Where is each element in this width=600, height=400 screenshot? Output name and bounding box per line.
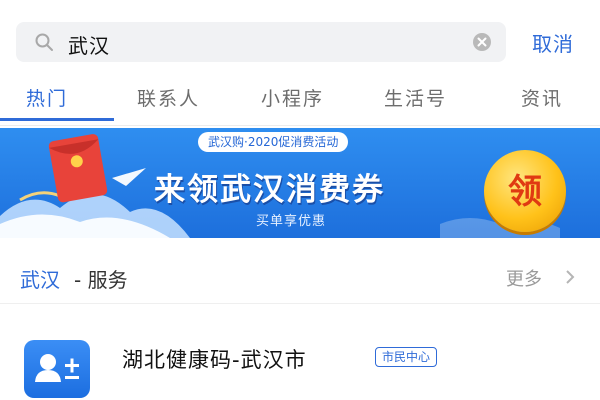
list-item[interactable]: 湖北健康码-武汉市 市民中心 bbox=[0, 318, 600, 400]
clear-icon[interactable] bbox=[472, 32, 492, 52]
chevron-right-icon bbox=[566, 270, 575, 284]
tab-news[interactable]: 资讯 bbox=[521, 84, 563, 111]
cancel-button[interactable]: 取消 bbox=[532, 28, 574, 57]
tab-mini-programs[interactable]: 小程序 bbox=[261, 84, 324, 111]
section-title: - 服务 bbox=[74, 268, 128, 292]
more-link[interactable]: 更多 bbox=[506, 265, 542, 291]
section-city: 武汉 bbox=[20, 268, 60, 292]
banner-subtitle: 买单享优惠 bbox=[256, 214, 327, 229]
service-section-header: 武汉 - 服务 更多 bbox=[0, 248, 600, 304]
active-tab-indicator bbox=[0, 118, 114, 121]
search-header: 武汉 取消 bbox=[0, 0, 600, 84]
banner-title: 来领武汉消费券 bbox=[154, 172, 385, 208]
claim-coin-button[interactable]: 领 bbox=[484, 150, 566, 232]
service-tag: 市民中心 bbox=[375, 347, 438, 367]
service-title: 湖北健康码-武汉市 bbox=[122, 348, 307, 372]
promo-banner[interactable]: 武汉购·2020促消费活动 来领武汉消费券 买单享优惠 领 bbox=[0, 128, 600, 238]
tab-life-accounts[interactable]: 生活号 bbox=[384, 84, 447, 111]
person-plus-icon bbox=[24, 340, 90, 398]
search-query: 武汉 bbox=[68, 34, 110, 58]
search-icon bbox=[35, 33, 53, 51]
search-input[interactable]: 武汉 bbox=[16, 22, 506, 62]
tab-contacts[interactable]: 联系人 bbox=[137, 84, 200, 111]
claim-coin-label: 领 bbox=[508, 172, 542, 212]
banner-badge: 武汉购·2020促消费活动 bbox=[198, 132, 349, 152]
tab-hot[interactable]: 热门 bbox=[26, 84, 68, 111]
